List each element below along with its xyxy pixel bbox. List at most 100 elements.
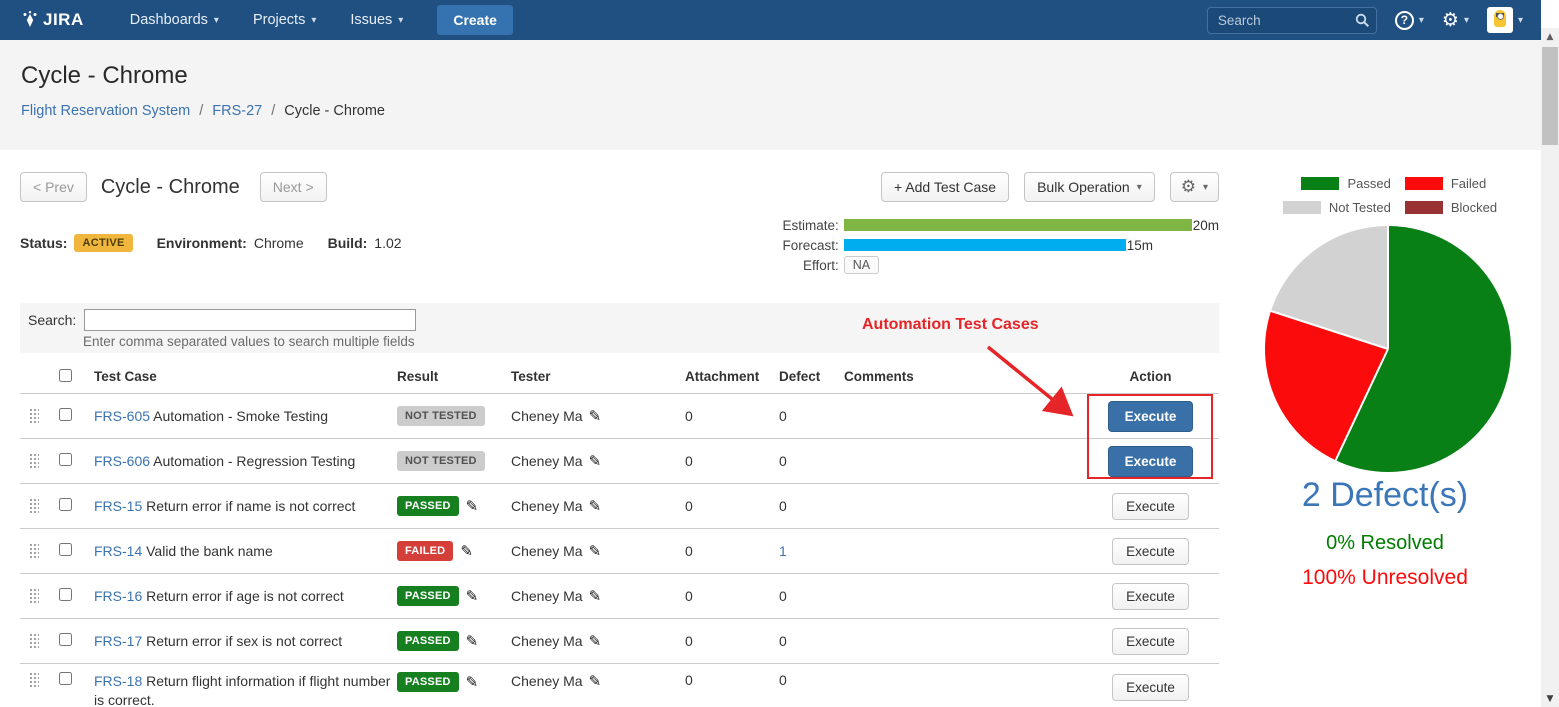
tester-edit-pencil-icon[interactable]: ✎ <box>589 452 602 470</box>
row-checkbox[interactable] <box>59 588 72 601</box>
result-edit-pencil-icon[interactable]: ✎ <box>466 673 479 691</box>
drag-handle-cell <box>20 672 59 688</box>
result-edit-pencil-icon[interactable]: ✎ <box>466 632 479 650</box>
test-case-title: Valid the bank name <box>146 543 273 559</box>
test-case-link[interactable]: FRS-14 <box>94 543 142 559</box>
action-cell: Execute <box>1082 674 1219 701</box>
tester-name: Cheney Ma <box>511 588 583 604</box>
execute-button[interactable]: Execute <box>1112 493 1189 520</box>
execute-button[interactable]: Execute <box>1112 583 1189 610</box>
table-row: FRS-17 Return error if sex is not correc… <box>20 618 1219 663</box>
tester-edit-pencil-icon[interactable]: ✎ <box>589 407 602 425</box>
breadcrumb-project-link[interactable]: Flight Reservation System <box>21 103 190 119</box>
breadcrumb-issue-link[interactable]: FRS-27 <box>212 103 262 119</box>
forecast-bar <box>844 239 1126 251</box>
test-case-link[interactable]: FRS-18 <box>94 673 142 689</box>
row-checkbox[interactable] <box>59 498 72 511</box>
test-case-link[interactable]: FRS-17 <box>94 633 142 649</box>
tester-name: Cheney Ma <box>511 408 583 424</box>
row-checkbox[interactable] <box>59 408 72 421</box>
attachment-count: 0 <box>685 498 779 514</box>
scroll-up-icon[interactable]: ▲ <box>1541 28 1559 45</box>
action-cell: Execute <box>1082 538 1219 565</box>
test-case-title: Return error if name is not correct <box>146 498 355 514</box>
prev-button[interactable]: < Prev <box>20 172 87 202</box>
test-case-cell: FRS-606 Automation - Regression Testing <box>94 452 397 471</box>
tester-edit-pencil-icon[interactable]: ✎ <box>589 587 602 605</box>
jira-logo[interactable]: JIRA <box>20 10 84 30</box>
test-case-title: Automation - Smoke Testing <box>153 408 328 424</box>
create-button[interactable]: Create <box>437 5 513 35</box>
nav-projects[interactable]: Projects ▾ <box>239 12 330 28</box>
next-button[interactable]: Next > <box>260 172 327 202</box>
defects-resolved: 0% Resolved <box>1240 532 1530 555</box>
test-case-link[interactable]: FRS-605 <box>94 408 150 424</box>
nav-dashboards[interactable]: Dashboards ▾ <box>116 12 233 28</box>
execute-button[interactable]: Execute <box>1112 628 1189 655</box>
search-panel: Search: Enter comma separated values to … <box>20 303 1219 353</box>
test-case-link[interactable]: FRS-16 <box>94 588 142 604</box>
page-title: Cycle - Chrome <box>21 62 188 90</box>
tester-edit-pencil-icon[interactable]: ✎ <box>589 632 602 650</box>
search-icon[interactable] <box>1355 13 1370 28</box>
tester-edit-pencil-icon[interactable]: ✎ <box>589 672 602 690</box>
forecast-row: Forecast: 15m <box>767 235 1219 255</box>
help-menu[interactable]: ? ▾ <box>1395 11 1424 30</box>
test-case-cell: FRS-605 Automation - Smoke Testing <box>94 407 397 426</box>
nav-issues[interactable]: Issues ▾ <box>336 12 417 28</box>
tester-edit-pencil-icon[interactable]: ✎ <box>589 542 602 560</box>
row-checkbox[interactable] <box>59 453 72 466</box>
drag-handle-icon[interactable] <box>29 588 39 604</box>
execute-button[interactable]: Execute <box>1108 401 1194 432</box>
drag-handle-cell <box>20 543 59 559</box>
drag-handle-icon[interactable] <box>29 543 39 559</box>
defect-count: 0 <box>779 672 844 688</box>
table-row: FRS-18 Return flight information if flig… <box>20 663 1219 707</box>
vertical-scrollbar[interactable]: ▲ ▼ <box>1541 28 1559 707</box>
row-checkbox[interactable] <box>59 633 72 646</box>
drag-handle-icon[interactable] <box>29 408 39 424</box>
search-input[interactable] <box>1207 7 1377 34</box>
drag-handle-icon[interactable] <box>29 633 39 649</box>
legend-swatch <box>1301 177 1339 190</box>
estimate-label: Estimate: <box>767 218 839 233</box>
attachment-count: 0 <box>685 543 779 559</box>
settings-menu[interactable]: ⚙ ▾ <box>1442 11 1469 30</box>
row-checkbox[interactable] <box>59 672 72 685</box>
cycle-settings-button[interactable]: ⚙ ▾ <box>1170 172 1219 202</box>
tester-edit-pencil-icon[interactable]: ✎ <box>589 497 602 515</box>
legend-label: Passed <box>1347 176 1390 191</box>
header-comments: Comments <box>844 369 1082 384</box>
execute-button[interactable]: Execute <box>1112 674 1189 701</box>
estimate-bar <box>844 219 1192 231</box>
tester-cell: Cheney Ma ✎ <box>511 452 685 470</box>
bulk-operation-button[interactable]: Bulk Operation ▾ <box>1024 172 1155 202</box>
drag-handle-icon[interactable] <box>29 498 39 514</box>
drag-handle-icon[interactable] <box>29 453 39 469</box>
pie-slice-separator <box>1387 226 1389 349</box>
add-test-case-button[interactable]: + Add Test Case <box>881 172 1009 202</box>
tester-name: Cheney Ma <box>511 498 583 514</box>
action-cell: Execute <box>1082 583 1219 610</box>
table-search-input[interactable] <box>84 309 416 331</box>
scroll-down-icon[interactable]: ▼ <box>1541 690 1559 707</box>
user-menu[interactable]: ▾ <box>1487 7 1523 33</box>
execute-button[interactable]: Execute <box>1112 538 1189 565</box>
result-cell: PASSED ✎ <box>397 586 511 606</box>
drag-handle-icon[interactable] <box>29 672 39 688</box>
execute-button[interactable]: Execute <box>1108 446 1194 477</box>
result-edit-pencil-icon[interactable]: ✎ <box>466 497 479 515</box>
row-checkbox-cell <box>59 453 94 469</box>
select-all-checkbox[interactable] <box>59 369 72 382</box>
result-edit-pencil-icon[interactable]: ✎ <box>466 587 479 605</box>
row-checkbox[interactable] <box>59 543 72 556</box>
effort-value-badge: NA <box>844 256 879 274</box>
scrollbar-thumb[interactable] <box>1542 47 1558 145</box>
pie-slice-separator <box>1335 349 1389 461</box>
top-navbar: JIRA Dashboards ▾ Projects ▾ Issues ▾ Cr… <box>0 0 1559 40</box>
test-case-link[interactable]: FRS-606 <box>94 453 150 469</box>
legend-item: Failed <box>1405 176 1486 191</box>
test-case-link[interactable]: FRS-15 <box>94 498 142 514</box>
chevron-down-icon: ▾ <box>1518 15 1523 26</box>
result-edit-pencil-icon[interactable]: ✎ <box>460 542 473 560</box>
